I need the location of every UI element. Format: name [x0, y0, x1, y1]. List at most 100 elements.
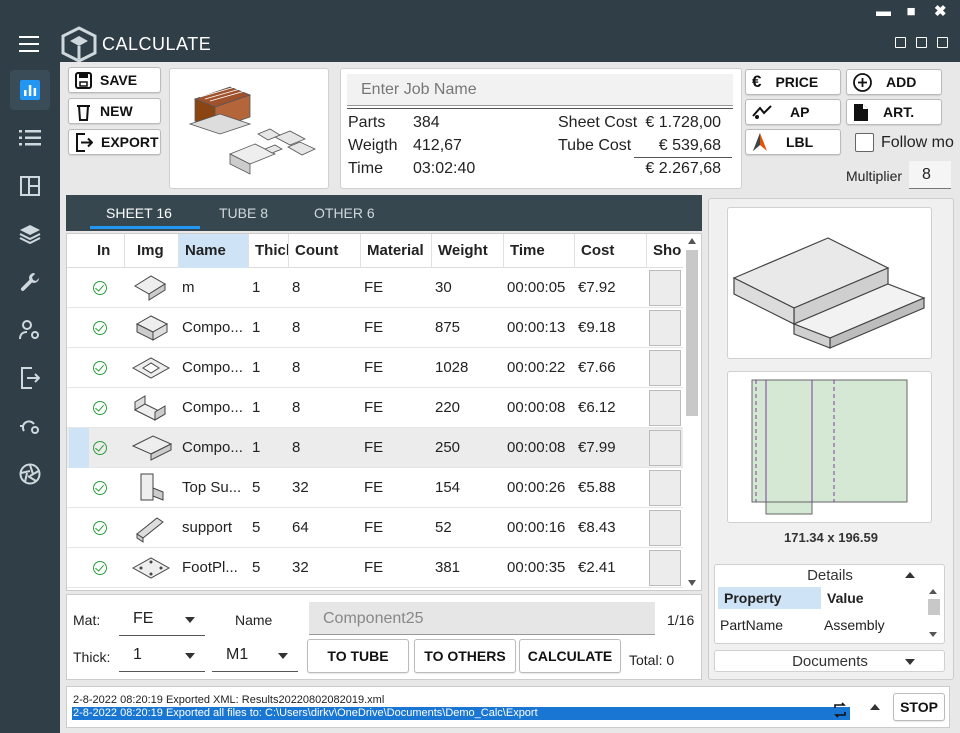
job-name-input[interactable]	[347, 74, 733, 106]
new-button[interactable]: NEW	[68, 98, 161, 124]
cell-count: 8	[292, 439, 301, 456]
table-scrollbar[interactable]	[685, 236, 699, 588]
flat-pattern-image	[751, 379, 908, 515]
header-material[interactable]: Material	[361, 234, 432, 268]
show-toggle[interactable]	[649, 510, 681, 546]
table-row[interactable]: Compo... 1 8 FE 1028 00:00:22 €7.66	[67, 348, 683, 388]
show-toggle[interactable]	[649, 430, 681, 466]
material-select[interactable]: FE	[119, 603, 205, 636]
documents-panel[interactable]: Documents	[714, 650, 945, 672]
cell-weight: 1028	[435, 359, 469, 376]
lbl-button[interactable]: LBL	[745, 129, 841, 155]
check-circle-icon[interactable]	[93, 521, 107, 535]
sidebar-item-layout[interactable]	[10, 166, 50, 206]
show-toggle[interactable]	[649, 270, 681, 306]
show-toggle[interactable]	[649, 310, 681, 346]
app-logo: CALCULATE	[60, 26, 211, 62]
full-layout-icon[interactable]	[916, 37, 927, 48]
check-circle-icon[interactable]	[93, 561, 107, 575]
collapse-up-icon[interactable]	[905, 572, 915, 578]
header-name[interactable]: Name	[179, 234, 249, 268]
trash-icon	[77, 104, 90, 121]
sheet-cost-label: Sheet Cost	[558, 114, 638, 131]
stop-button[interactable]: STOP	[893, 693, 945, 721]
sidebar-item-layers[interactable]	[10, 214, 50, 254]
table-row[interactable]: Compo... 1 8 FE 220 00:00:08 €6.12	[67, 388, 683, 428]
cell-name: Compo...	[182, 399, 243, 416]
show-toggle[interactable]	[649, 390, 681, 426]
header-cost[interactable]: Cost	[575, 234, 647, 268]
follow-checkbox[interactable]	[855, 133, 874, 152]
cell-cost: €7.66	[578, 359, 616, 376]
sidebar-item-aperture[interactable]	[10, 454, 50, 494]
sidebar-item-user-settings[interactable]	[10, 310, 50, 350]
part-name-field[interactable]: Component25	[309, 602, 655, 635]
header-in[interactable]: In	[91, 234, 125, 268]
to-others-button[interactable]: TO OTHERS	[414, 639, 516, 673]
table-row[interactable]: Compo... 1 8 FE 875 00:00:13 €9.18	[67, 308, 683, 348]
scroll-up-icon[interactable]	[870, 704, 880, 710]
calculate-button[interactable]: CALCULATE	[519, 639, 621, 673]
sidebar-item-list[interactable]	[10, 118, 50, 158]
tab-sheet[interactable]: SHEET 16	[106, 205, 172, 221]
header-show[interactable]: Sho	[647, 234, 683, 268]
cell-count: 8	[292, 319, 301, 336]
export-button[interactable]: EXPORT	[68, 129, 161, 155]
check-circle-icon[interactable]	[93, 401, 107, 415]
scrollbar-thumb[interactable]	[686, 250, 698, 416]
name-label: Name	[235, 612, 273, 628]
split-right-icon[interactable]	[937, 37, 948, 48]
split-left-icon[interactable]	[895, 37, 906, 48]
sidebar-item-tools[interactable]	[10, 262, 50, 302]
details-scrollbar[interactable]	[927, 587, 941, 639]
cell-name: FootPl...	[182, 559, 238, 576]
table-row[interactable]: FootPl... 5 32 FE 381 00:00:35 €2.41	[67, 548, 683, 588]
header-time[interactable]: Time	[504, 234, 575, 268]
table-row[interactable]: Top Su... 5 32 FE 154 00:00:26 €5.88	[67, 468, 683, 508]
thickness-select[interactable]: 1	[119, 639, 205, 672]
sidebar-item-export[interactable]	[10, 358, 50, 398]
to-tube-button[interactable]: TO TUBE	[307, 639, 409, 673]
cell-material: FE	[364, 399, 384, 416]
tab-other[interactable]: OTHER 6	[314, 205, 375, 221]
check-circle-icon[interactable]	[93, 281, 107, 295]
save-button[interactable]: SAVE	[68, 67, 161, 93]
close-button[interactable]: ✖	[934, 4, 947, 20]
expand-down-icon[interactable]	[905, 659, 915, 665]
show-toggle[interactable]	[649, 470, 681, 506]
art-button[interactable]: ART.	[846, 99, 942, 125]
show-toggle[interactable]	[649, 350, 681, 386]
part-thumbnail	[131, 550, 175, 586]
maximize-button[interactable]: ■	[905, 4, 917, 20]
hamburger-menu-icon[interactable]	[19, 36, 39, 52]
check-circle-icon[interactable]	[93, 481, 107, 495]
refresh-icon[interactable]	[829, 699, 851, 721]
check-circle-icon[interactable]	[93, 361, 107, 375]
check-circle-icon[interactable]	[93, 321, 107, 335]
cell-count: 8	[292, 279, 301, 296]
cell-thick: 5	[252, 479, 261, 496]
sidebar-item-network[interactable]	[10, 406, 50, 446]
price-button[interactable]: € PRICE	[745, 69, 841, 95]
minimize-button[interactable]: ▬	[876, 4, 891, 20]
cell-time: 00:00:13	[507, 319, 566, 336]
header-count[interactable]: Count	[289, 234, 361, 268]
log-line: 2-8-2022 08:20:19 Exported XML: Results2…	[73, 694, 385, 706]
header-img[interactable]: Img	[131, 234, 179, 268]
list-icon	[19, 130, 41, 146]
machine-select[interactable]: M1	[212, 639, 298, 672]
mat-label: Mat:	[73, 612, 101, 628]
table-row[interactable]: m 1 8 FE 30 00:00:05 €7.92	[67, 268, 683, 308]
add-button[interactable]: ADD	[846, 69, 942, 95]
check-circle-icon[interactable]	[93, 441, 107, 455]
row-selector[interactable]	[69, 428, 89, 468]
tab-tube[interactable]: TUBE 8	[219, 205, 268, 221]
multiplier-input[interactable]: 8	[909, 161, 951, 189]
sidebar-item-dashboard[interactable]	[10, 70, 50, 110]
ap-button[interactable]: AP	[745, 99, 841, 125]
table-row[interactable]: Compo... 1 8 FE 250 00:00:08 €7.99	[67, 428, 683, 468]
show-toggle[interactable]	[649, 550, 681, 586]
header-thickness[interactable]: Thicl	[249, 234, 289, 268]
header-weight[interactable]: Weight	[432, 234, 504, 268]
table-row[interactable]: support 5 64 FE 52 00:00:16 €8.43	[67, 508, 683, 548]
